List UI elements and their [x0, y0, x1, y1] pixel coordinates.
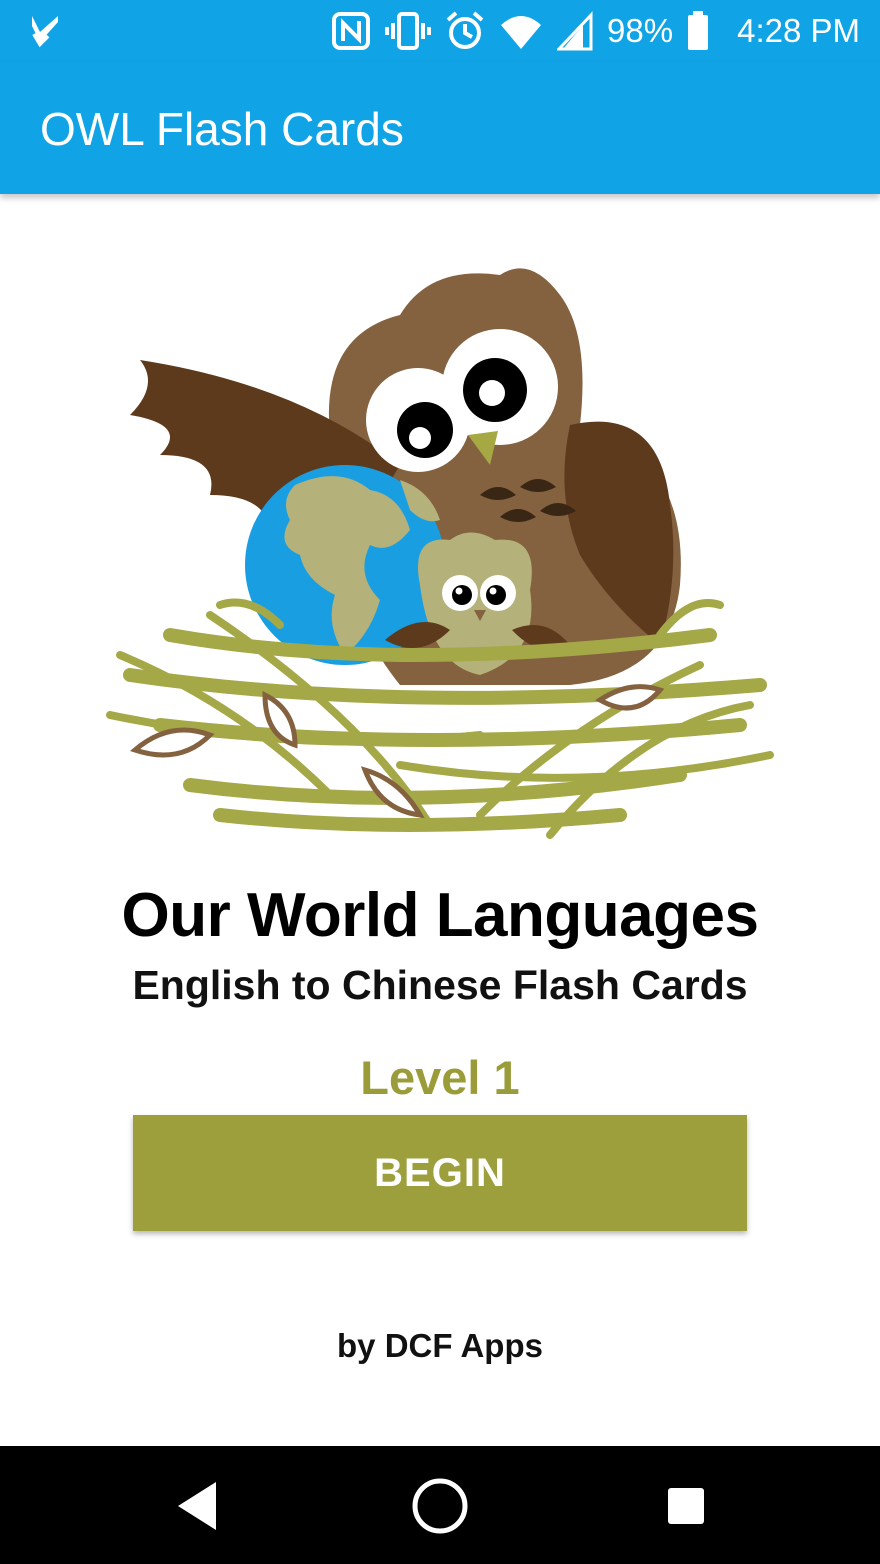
recents-icon[interactable] [656, 1476, 716, 1536]
signal-icon [557, 11, 593, 51]
app-notification-icon [32, 16, 58, 48]
navigation-bar [0, 1446, 880, 1564]
app-screen: 98% 4:28 PM OWL Flash Cards Our World La… [0, 0, 880, 1564]
battery-percent: 98% [607, 12, 674, 49]
app-bar: OWL Flash Cards [0, 62, 880, 194]
page-title: Our World Languages [121, 881, 759, 950]
begin-button[interactable]: BEGIN [133, 1115, 747, 1231]
alarm-icon [446, 11, 484, 49]
owl-nest-illustration [106, 268, 774, 839]
level-label: Level 1 [360, 1051, 520, 1104]
back-icon[interactable] [170, 1476, 230, 1536]
home-icon[interactable] [410, 1476, 470, 1536]
status-bar: 98% 4:28 PM [0, 0, 880, 62]
battery-icon [688, 11, 709, 50]
developer-byline: by DCF Apps [337, 1327, 543, 1364]
status-icons: 98% 4:28 PM [331, 0, 860, 62]
nfc-icon [332, 12, 371, 50]
app-title: OWL Flash Cards [40, 103, 404, 155]
wifi-icon [501, 16, 542, 49]
clock: 4:28 PM [737, 12, 860, 49]
vibrate-icon [385, 12, 432, 50]
page-subtitle: English to Chinese Flash Cards [132, 962, 748, 1008]
